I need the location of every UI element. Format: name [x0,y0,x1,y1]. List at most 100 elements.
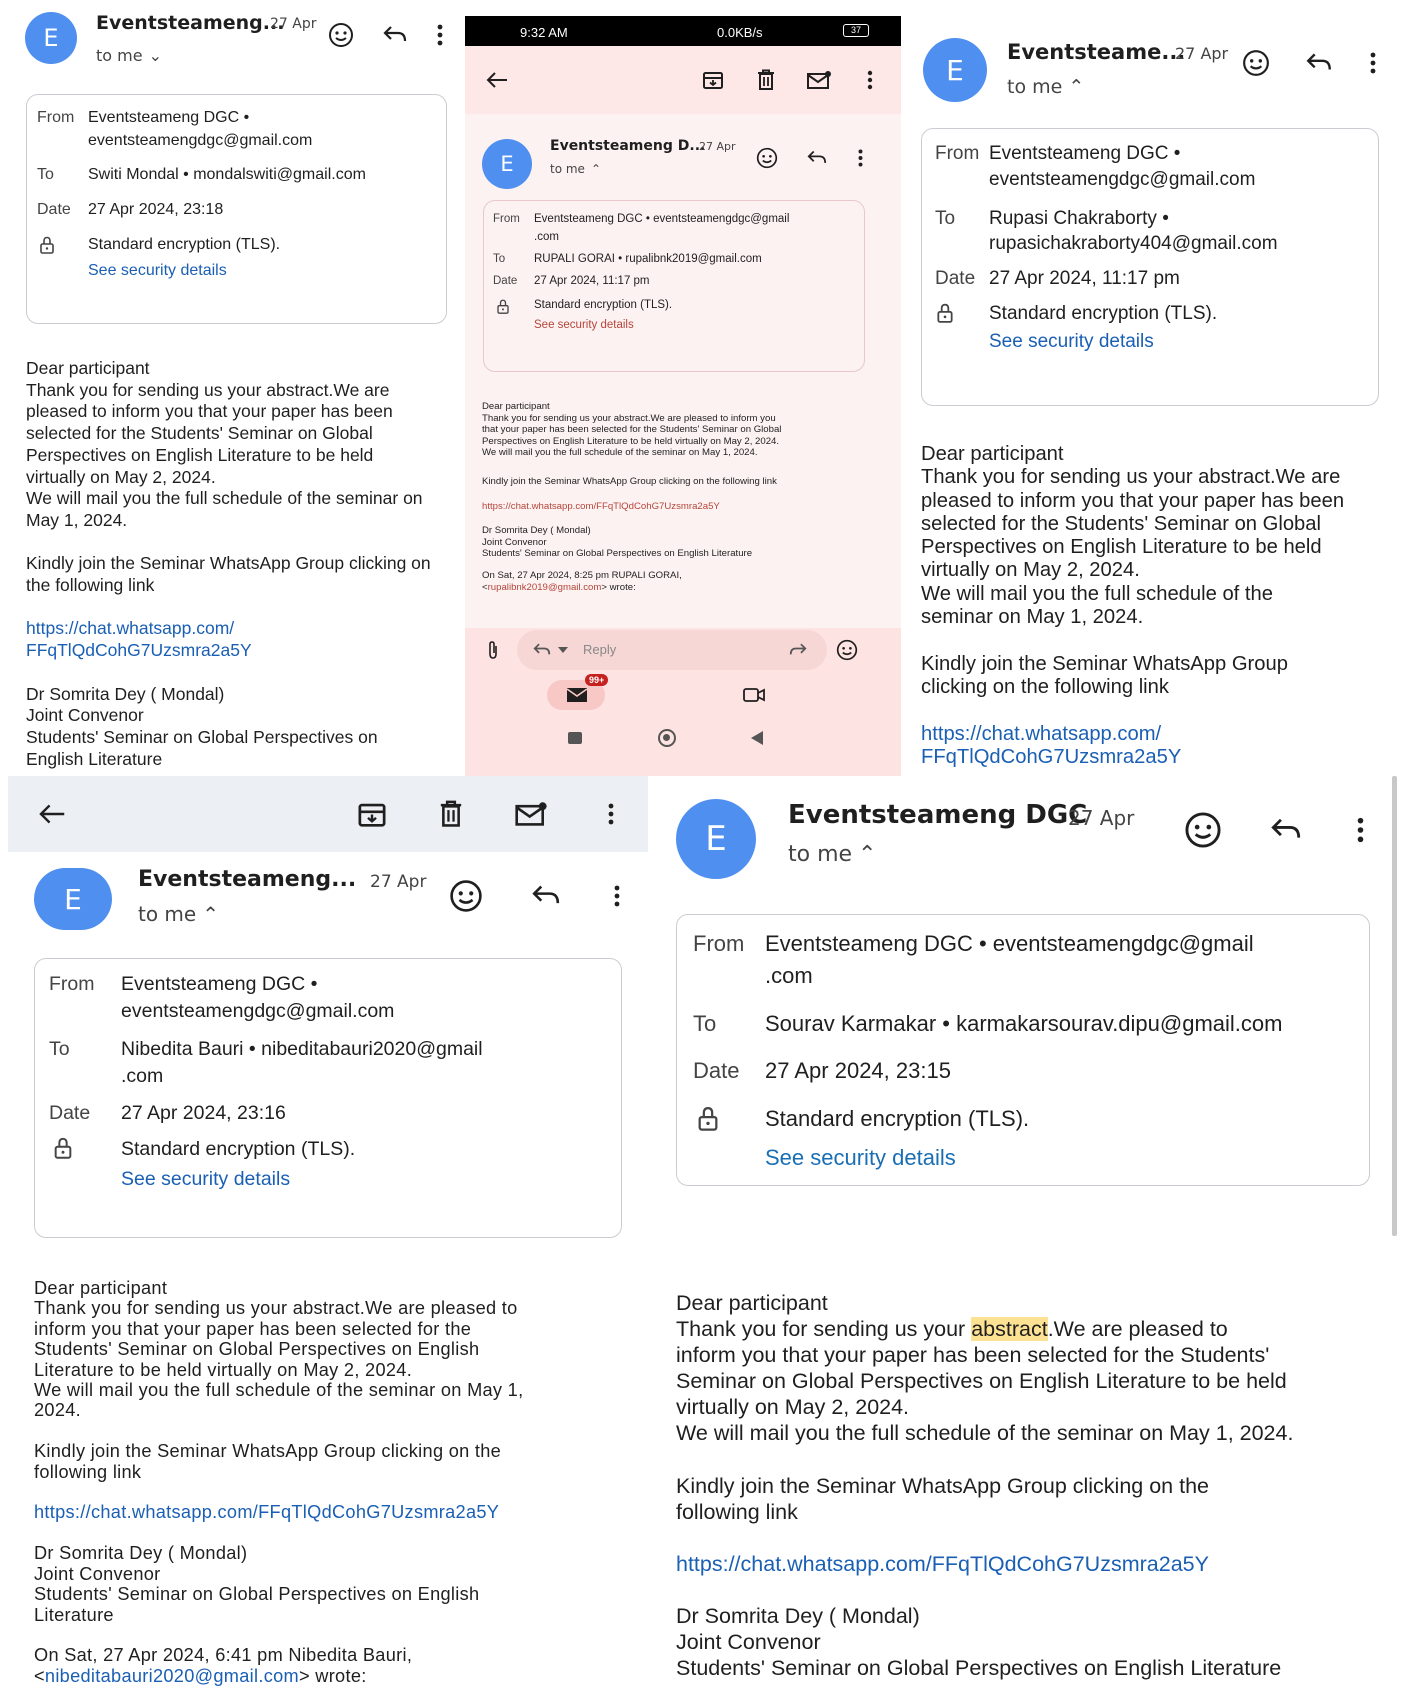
from-value: Eventsteameng DGC • eventsteamengdgc@gma… [534,213,790,225]
reply-icon[interactable] [531,640,553,660]
to-label: To [37,166,54,183]
archive-icon[interactable] [355,798,389,830]
emoji-icon[interactable] [835,638,859,662]
sender-avatar[interactable]: E [25,12,77,64]
quote-email-link[interactable]: nibeditabauri2020@gmail.com [45,1666,299,1686]
reply-box[interactable]: Reply [517,630,827,670]
unread-badge: 99+ [585,674,609,686]
home-button[interactable] [658,729,676,747]
body-line: Dear participant [34,1278,168,1298]
body-line: Dear participant [482,401,550,412]
attach-icon[interactable] [483,636,503,664]
signature-line: Joint Convenor [34,1563,161,1584]
more-options-icon[interactable] [602,798,620,830]
recipient-toggle[interactable]: to me ⌃ [1007,76,1084,98]
scrollbar[interactable] [1392,776,1397,1236]
security-details-link[interactable]: See security details [534,319,634,331]
caret-down-icon[interactable] [557,642,569,658]
body-line: Thank you for sending us your abstract.W… [921,466,1341,489]
back-arrow-icon[interactable] [483,66,511,94]
sender-name: Eventsteameng... [96,12,285,34]
body-line: Perspectives on English Literature to be… [26,444,374,465]
body-spacer [26,597,431,619]
emoji-reaction-icon[interactable] [1241,48,1271,78]
recipient-toggle[interactable]: to me ⌃ [550,162,601,176]
whatsapp-link[interactable]: https://chat.whatsapp.com/FFqTlQdCohG7Uz… [676,1551,1293,1577]
top-toolbar [8,776,648,852]
to-value: Switi Mondal • mondalswiti@gmail.com [88,166,366,183]
whatsapp-link[interactable]: https://chat.whatsapp.com/ [921,723,1344,746]
from-name: Eventsteameng DGC • [989,143,1181,164]
lock-icon [697,1105,719,1131]
body-spacer [676,1577,1293,1603]
from-label: From [935,143,980,164]
more-options-icon[interactable] [861,66,879,94]
archive-icon[interactable] [699,66,727,94]
email-date: 27 Apr [370,872,427,892]
emoji-reaction-icon[interactable] [755,146,779,170]
whatsapp-link[interactable]: https://chat.whatsapp.com/FFqTlQdCohG7Uz… [482,501,720,512]
emoji-reaction-icon[interactable] [448,878,484,914]
sender-name: Eventsteameng D... [550,138,706,154]
signature-line: Dr Somrita Dey ( Mondal) [26,683,225,704]
more-options-icon[interactable] [853,146,867,170]
reply-icon[interactable] [528,878,564,914]
body-spacer [34,1625,523,1645]
delete-icon[interactable] [435,798,467,830]
mark-unread-icon[interactable] [803,66,835,94]
back-arrow-icon[interactable] [36,798,68,830]
delete-icon[interactable] [752,66,780,94]
more-options-icon[interactable] [430,20,450,50]
signature-line: Students' Seminar on Global Perspectives… [676,1656,1282,1681]
more-options-icon[interactable] [1364,48,1382,78]
to-email: rupasichakraborty404@gmail.com [989,233,1278,254]
reply-icon[interactable] [1304,48,1334,78]
security-details-link[interactable]: See security details [765,1145,956,1171]
body-line: We will mail you the full schedule of th… [482,447,758,458]
emoji-reaction-icon[interactable] [326,20,356,50]
reply-icon[interactable] [380,20,410,50]
body-text-fragment: Thank you for sending us your [676,1317,972,1342]
body-line: Dear participant [676,1291,828,1315]
email-body: Dear participant Thank you for sending u… [34,1278,523,1686]
recent-apps-button[interactable] [568,732,582,744]
body-line: We will mail you the full schedule of th… [676,1421,1294,1446]
mail-tab[interactable]: 99+ [547,674,609,710]
forward-icon[interactable] [787,640,809,660]
security-details-link[interactable]: See security details [121,1168,290,1191]
recipient-toggle[interactable]: to me ⌄ [96,46,162,65]
security-details-link[interactable]: See security details [989,331,1154,353]
more-options-icon[interactable] [608,880,626,912]
whatsapp-link[interactable]: https://chat.whatsapp.com/ [26,618,431,640]
quote-bracket: < [34,1665,45,1686]
lock-icon [496,298,510,314]
reply-icon[interactable] [805,146,829,170]
signature: Dr Somrita Dey ( Mondal) Joint Convenor … [482,525,752,560]
signature-line: Students' Seminar on Global Perspectives… [26,726,378,747]
quote-email-link[interactable]: rupalibnk2019@gmail.com [488,582,602,593]
emoji-reaction-icon[interactable] [1183,810,1223,850]
more-options-icon[interactable] [1351,812,1369,848]
message-details-box: From Eventsteameng DGC • eventsteamengdg… [483,200,865,372]
body-line: Thank you for sending us your abstract.W… [482,412,776,424]
reply-icon[interactable] [1266,812,1306,848]
sender-avatar[interactable]: E [923,38,987,102]
video-call-icon[interactable] [741,684,767,706]
body-spacer [921,699,1344,722]
security-details-link[interactable]: See security details [88,262,227,280]
sender-avatar[interactable]: E [676,799,756,879]
mark-unread-icon[interactable] [512,798,550,830]
whatsapp-link[interactable]: FFqTlQdCohG7Uzsmra2a5Y [921,746,1344,769]
back-nav-icon[interactable] [749,730,765,746]
body-line: that your paper has been selected for th… [482,424,782,435]
whatsapp-link[interactable]: FFqTlQdCohG7Uzsmra2a5Y [26,640,431,662]
recipient-toggle[interactable]: to me ⌃ [138,902,219,926]
whatsapp-link[interactable]: https://chat.whatsapp.com/FFqTlQdCohG7Uz… [34,1502,523,1522]
signature-line: Students' Seminar on Global Perspectives… [34,1584,480,1605]
sender-avatar[interactable]: E [482,139,532,189]
body-line: virtually on May 2, 2024. [26,466,216,487]
body-line: We will mail you the full schedule of th… [34,1380,524,1401]
sender-avatar[interactable]: E [34,868,112,930]
network-speed: 0.0KB/s [717,25,763,40]
recipient-toggle[interactable]: to me ⌃ [788,842,876,867]
